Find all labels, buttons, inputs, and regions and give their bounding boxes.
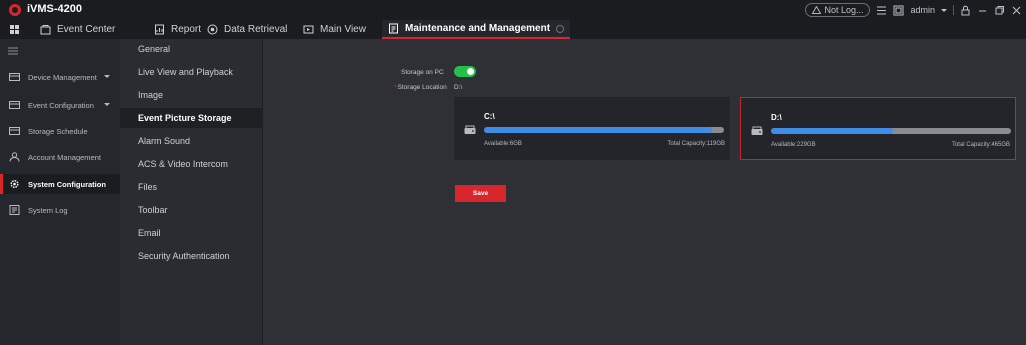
required-mark: *: [394, 84, 397, 91]
drive-card-d[interactable]: D:\ Available:229GB Total Capacity:465GB: [740, 97, 1016, 160]
data-retrieval-icon: [207, 24, 218, 35]
drive-usage-bar: [771, 128, 1011, 134]
system-configuration-submenu: General Live View and Playback Image Eve…: [120, 39, 263, 345]
storage-on-pc-label: Storage on PC: [401, 69, 444, 76]
nav-item-label: System Log: [28, 205, 68, 215]
chevron-down-icon: [104, 103, 110, 106]
drive-available: Available:6GB: [484, 141, 522, 147]
user-name[interactable]: admin: [910, 5, 935, 15]
minimize-icon[interactable]: [977, 5, 988, 16]
nav-item-label: Storage Schedule: [28, 126, 88, 136]
tab-close-icon[interactable]: [556, 24, 565, 33]
tab-main-view[interactable]: Main View: [303, 20, 366, 39]
drive-name: C:\: [484, 112, 495, 121]
submenu-item-general[interactable]: General: [120, 39, 263, 59]
storage-on-pc-toggle[interactable]: [454, 66, 476, 77]
system-log-icon: [9, 205, 20, 215]
tab-report[interactable]: Report: [154, 20, 201, 39]
save-button[interactable]: Save: [455, 185, 506, 202]
drive-total-capacity: Total Capacity:119GB: [667, 141, 725, 147]
submenu-item-alarm-sound[interactable]: Alarm Sound: [120, 131, 263, 151]
hard-drive-icon: [464, 125, 476, 135]
nav-item-label: System Configuration: [28, 179, 106, 189]
nav-item-system-configuration[interactable]: System Configuration: [0, 174, 120, 194]
tab-data-retrieval[interactable]: Data Retrieval: [207, 20, 287, 39]
event-picture-storage-panel: Storage on PC *Storage Location D:\ C:\ …: [263, 39, 1026, 345]
maintenance-icon: [388, 23, 399, 34]
nav-item-account-management[interactable]: Account Management: [0, 147, 120, 167]
left-navigation: Device Management Event Configuration St…: [0, 39, 120, 345]
event-center-icon: [40, 24, 51, 35]
storage-location-label: *Storage Location: [394, 84, 447, 91]
separator: [953, 5, 954, 15]
submenu-item-email[interactable]: Email: [120, 223, 263, 243]
gear-icon: [9, 179, 20, 189]
user-dropdown-icon[interactable]: [941, 8, 947, 12]
storage-location-value: D:\: [454, 84, 463, 91]
submenu-item-toolbar[interactable]: Toolbar: [120, 200, 263, 220]
report-icon: [154, 24, 165, 35]
storage-schedule-icon: [9, 126, 20, 136]
nav-item-storage-schedule[interactable]: Storage Schedule: [0, 121, 120, 141]
app-title: iVMS-4200: [27, 3, 83, 15]
tab-event-center[interactable]: Event Center: [40, 20, 115, 39]
submenu-item-files[interactable]: Files: [120, 177, 263, 197]
tab-label: Maintenance and Management: [405, 23, 551, 34]
nav-item-label: Account Management: [28, 152, 101, 162]
account-icon: [9, 152, 20, 162]
title-bar: iVMS-4200 Not Log... admin: [0, 0, 1026, 20]
menu-list-icon[interactable]: [876, 5, 887, 16]
event-configuration-icon: [9, 100, 20, 110]
app-logo-icon: [9, 4, 21, 16]
tab-bar: Event Center Report Data Retrieval Main …: [0, 20, 1026, 39]
restore-icon[interactable]: [994, 5, 1005, 16]
apps-grid-icon[interactable]: [9, 20, 20, 39]
warning-icon: [812, 6, 822, 14]
close-icon[interactable]: [1011, 5, 1022, 16]
login-status-label: Not Log...: [824, 5, 864, 15]
nav-item-event-configuration[interactable]: Event Configuration: [0, 95, 120, 115]
drive-name: D:\: [771, 113, 782, 122]
collapse-menu-icon[interactable]: [8, 47, 18, 55]
submenu-item-acs-video-intercom[interactable]: ACS & Video Intercom: [120, 154, 263, 174]
tab-maintenance-and-management[interactable]: Maintenance and Management: [382, 20, 571, 39]
drive-available: Available:229GB: [771, 142, 816, 148]
nav-item-system-log[interactable]: System Log: [0, 200, 120, 220]
nav-item-label: Device Management: [28, 72, 97, 82]
device-management-icon: [9, 72, 20, 82]
tab-label: Main View: [320, 24, 366, 35]
tab-label: Event Center: [57, 24, 116, 35]
chevron-down-icon: [104, 75, 110, 78]
main-view-icon: [303, 24, 314, 35]
nav-item-label: Event Configuration: [28, 100, 94, 110]
hard-drive-icon: [751, 126, 763, 136]
drive-total-capacity: Total Capacity:465GB: [951, 142, 1010, 148]
drive-usage-bar: [484, 127, 724, 133]
lock-icon[interactable]: [960, 5, 971, 16]
title-bar-controls: Not Log... admin: [805, 2, 1022, 18]
tab-label: Report: [171, 24, 202, 35]
submenu-item-live-view-and-playback[interactable]: Live View and Playback: [120, 62, 263, 82]
drive-usage-fill: [484, 127, 712, 133]
nav-item-device-management[interactable]: Device Management: [0, 67, 120, 87]
drive-usage-fill: [771, 128, 894, 134]
screenshot-icon[interactable]: [893, 5, 904, 16]
submenu-item-image[interactable]: Image: [120, 85, 263, 105]
drive-card-c[interactable]: C:\ Available:6GB Total Capacity:119GB: [454, 97, 730, 160]
submenu-item-security-authentication[interactable]: Security Authentication: [120, 246, 263, 266]
tab-label: Data Retrieval: [224, 24, 288, 35]
login-status-button[interactable]: Not Log...: [805, 3, 871, 17]
submenu-item-event-picture-storage[interactable]: Event Picture Storage: [120, 108, 263, 128]
